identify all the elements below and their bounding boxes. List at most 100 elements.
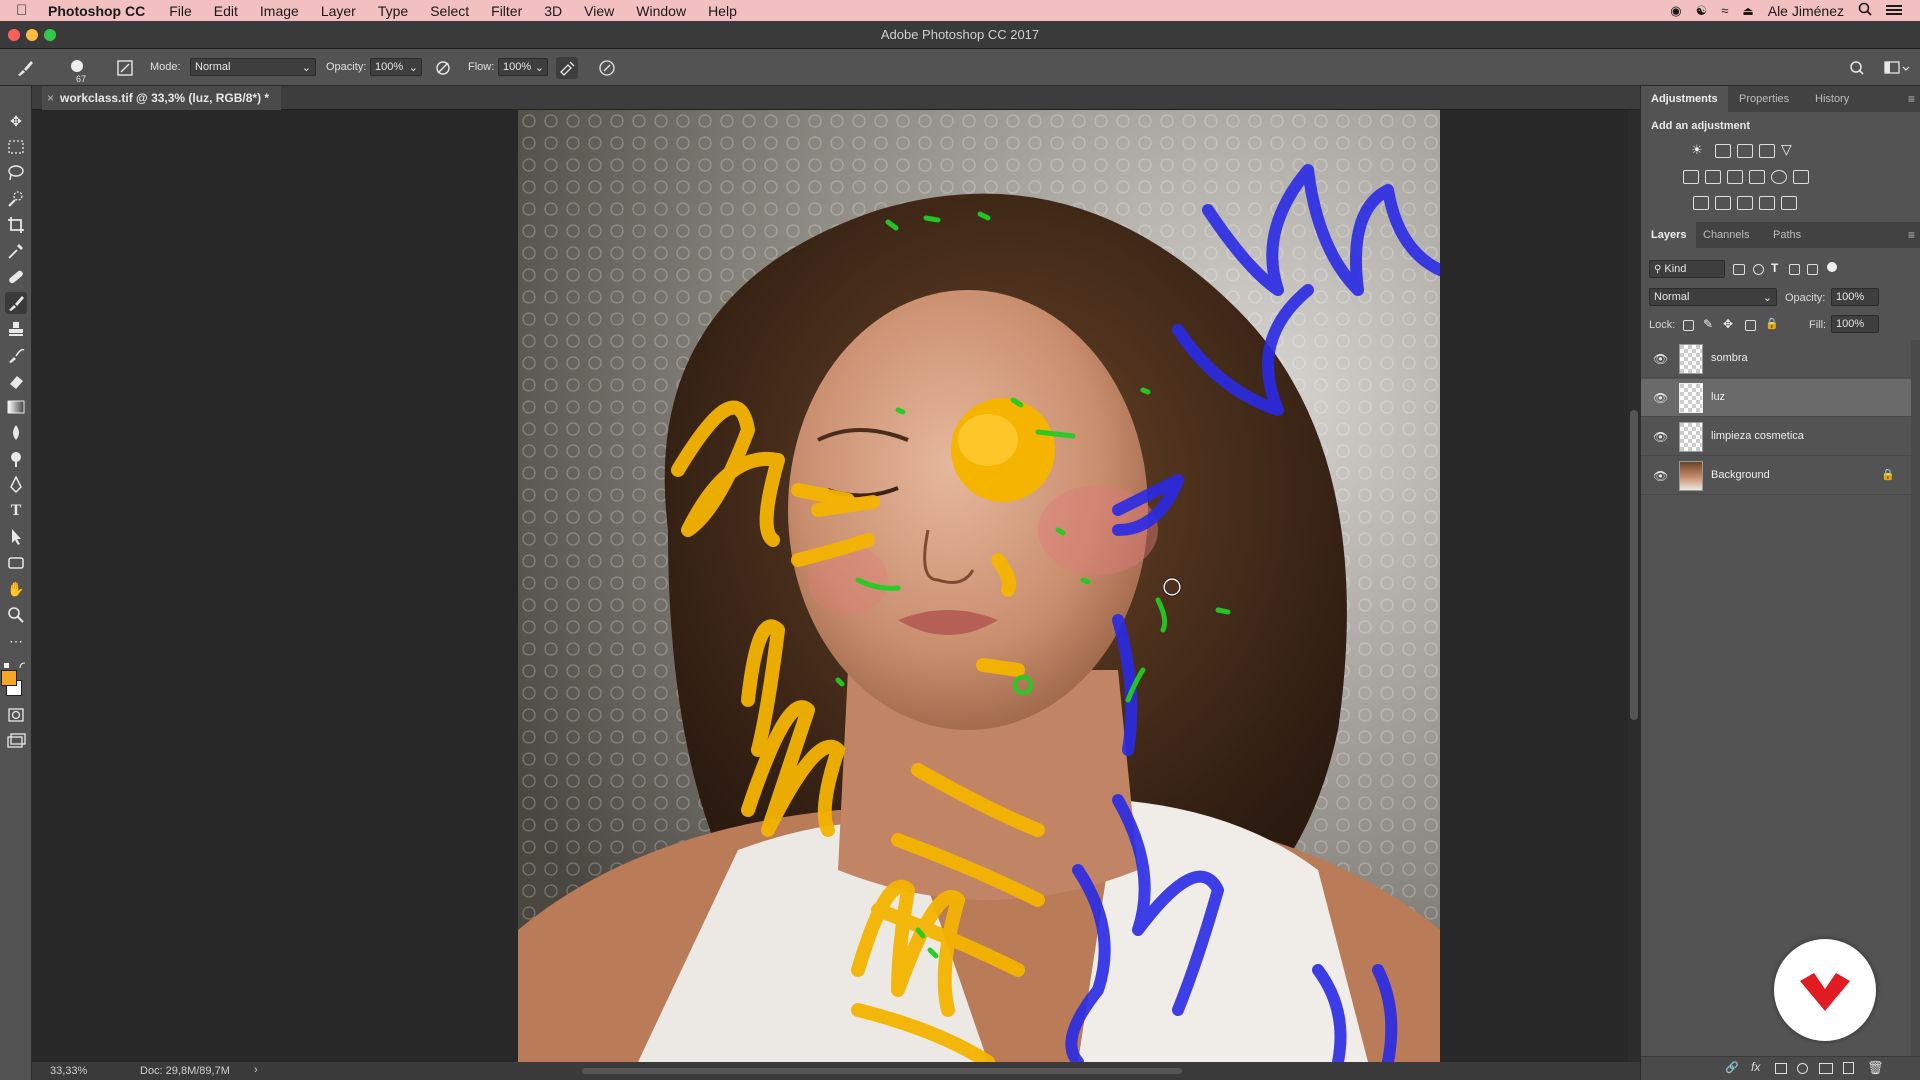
document-tab[interactable]: × workclass.tif @ 33,3% (luz, RGB/8*) * xyxy=(42,86,282,110)
zoom-tool-icon[interactable] xyxy=(5,604,27,626)
new-layer-icon[interactable] xyxy=(1843,1062,1854,1074)
menu-image[interactable]: Image xyxy=(260,3,299,19)
quick-mask-icon[interactable] xyxy=(5,704,27,726)
menu-list-icon[interactable] xyxy=(1886,3,1902,19)
filter-pixel-layers-icon[interactable] xyxy=(1733,264,1745,275)
search-icon[interactable] xyxy=(1846,57,1868,79)
layer-row-luz[interactable]: 👁 luz xyxy=(1641,379,1911,417)
menu-window[interactable]: Window xyxy=(636,3,686,19)
brush-tool-icon[interactable] xyxy=(5,292,27,314)
status-menu-arrow[interactable]: › xyxy=(254,1064,258,1076)
record-icon[interactable]: ◉ xyxy=(1670,3,1681,19)
posterize-icon[interactable] xyxy=(1715,196,1731,210)
lasso-tool-icon[interactable] xyxy=(5,162,27,184)
airbrush-icon[interactable] xyxy=(556,57,578,79)
levels-icon[interactable] xyxy=(1715,144,1731,158)
wifi-icon[interactable]: ≈ xyxy=(1721,3,1728,18)
marquee-tool-icon[interactable] xyxy=(5,136,27,158)
spotlight-search-icon[interactable] xyxy=(1858,2,1872,19)
color-balance-icon[interactable] xyxy=(1705,170,1721,184)
menu-help[interactable]: Help xyxy=(708,3,737,19)
lock-artboard-icon[interactable] xyxy=(1745,320,1756,331)
menu-layer[interactable]: Layer xyxy=(321,3,356,19)
move-tool-icon[interactable]: ✥ xyxy=(5,110,27,132)
clone-stamp-tool-icon[interactable] xyxy=(5,318,27,340)
layer-kind-filter[interactable]: ⚲ Kind xyxy=(1649,260,1725,278)
delete-layer-icon[interactable]: 🗑 xyxy=(1867,1060,1884,1076)
layer-row-limpieza-cosmetica[interactable]: 👁 limpieza cosmetica xyxy=(1641,418,1911,456)
close-tab-icon[interactable]: × xyxy=(47,86,54,110)
layer-blend-mode-select[interactable]: Normal ⌄ xyxy=(1649,288,1777,306)
visibility-eye-icon[interactable]: 👁 xyxy=(1653,430,1668,444)
filter-toggle-icon[interactable] xyxy=(1827,262,1837,272)
visibility-eye-icon[interactable]: 👁 xyxy=(1653,469,1668,483)
lock-position-icon[interactable]: ✥ xyxy=(1723,317,1733,331)
tab-paths[interactable]: Paths xyxy=(1763,222,1811,248)
lock-all-icon[interactable]: 🔒 xyxy=(1765,317,1779,330)
canvas-vertical-scrollbar[interactable] xyxy=(1628,110,1640,1062)
visibility-eye-icon[interactable]: 👁 xyxy=(1653,391,1668,405)
brush-panel-toggle-icon[interactable] xyxy=(114,57,136,79)
pressure-opacity-icon[interactable] xyxy=(432,57,454,79)
menu-app-name[interactable]: Photoshop CC xyxy=(48,3,145,19)
canvas-area[interactable] xyxy=(32,110,1640,1062)
layer-fill-input[interactable]: 100% xyxy=(1831,315,1879,333)
tab-layers[interactable]: Layers xyxy=(1641,222,1697,248)
healing-brush-tool-icon[interactable] xyxy=(5,266,27,288)
menu-edit[interactable]: Edit xyxy=(214,3,238,19)
selective-color-icon[interactable] xyxy=(1759,196,1775,210)
creative-cloud-icon[interactable]: ☯ xyxy=(1696,3,1708,19)
visibility-eye-icon[interactable]: 👁 xyxy=(1653,352,1668,366)
pen-tool-icon[interactable] xyxy=(5,474,27,496)
tab-history[interactable]: History xyxy=(1805,86,1859,112)
color-lookup-icon[interactable] xyxy=(1793,170,1809,184)
foreground-color-swatch[interactable] xyxy=(1,670,17,686)
dodge-tool-icon[interactable] xyxy=(5,448,27,470)
filter-smart-objects-icon[interactable] xyxy=(1807,264,1818,275)
hue-saturation-icon[interactable] xyxy=(1683,170,1699,184)
opacity-input[interactable]: 100% ⌄ xyxy=(370,58,422,76)
filter-adjustment-layers-icon[interactable] xyxy=(1753,264,1764,275)
more-tools-icon[interactable]: ⋯ xyxy=(5,630,27,652)
layer-row-background[interactable]: 👁 Background 🔒 xyxy=(1641,457,1911,495)
menu-3d[interactable]: 3D xyxy=(544,3,562,19)
user-name[interactable]: Ale Jiménez xyxy=(1768,3,1844,19)
crop-tool-icon[interactable] xyxy=(5,214,27,236)
vibrance-icon[interactable]: ▽ xyxy=(1781,141,1792,158)
photo-filter-icon[interactable] xyxy=(1749,170,1765,184)
filter-type-layers-icon[interactable]: T xyxy=(1771,261,1778,275)
rectangle-tool-icon[interactable] xyxy=(5,552,27,574)
scrollbar-thumb[interactable] xyxy=(1630,410,1638,720)
filter-shape-layers-icon[interactable] xyxy=(1789,264,1800,275)
brightness-contrast-icon[interactable]: ☀ xyxy=(1691,142,1703,158)
screen-mode-icon[interactable] xyxy=(5,730,27,752)
new-group-folder-icon[interactable] xyxy=(1819,1063,1833,1074)
tab-channels[interactable]: Channels xyxy=(1693,222,1759,248)
new-adjustment-layer-icon[interactable] xyxy=(1797,1063,1808,1074)
apple-icon[interactable]:  xyxy=(16,2,34,19)
pressure-size-icon[interactable] xyxy=(596,57,618,79)
zoom-level[interactable]: 33,33% xyxy=(50,1065,87,1077)
panel-menu-icon[interactable]: ≡ xyxy=(1908,228,1915,242)
eyedropper-tool-icon[interactable] xyxy=(5,240,27,262)
link-layers-icon[interactable]: 🔗 xyxy=(1725,1061,1739,1074)
eraser-tool-icon[interactable] xyxy=(5,370,27,392)
path-selection-tool-icon[interactable] xyxy=(5,526,27,548)
menu-view[interactable]: View xyxy=(584,3,614,19)
brush-tool-preset-icon[interactable] xyxy=(14,57,36,79)
history-brush-tool-icon[interactable] xyxy=(5,344,27,366)
layer-row-sombra[interactable]: 👁 sombra xyxy=(1641,340,1911,378)
menu-select[interactable]: Select xyxy=(430,3,469,19)
lock-transparent-pixels-icon[interactable] xyxy=(1683,320,1694,331)
exposure-icon[interactable] xyxy=(1759,144,1775,158)
menu-filter[interactable]: Filter xyxy=(491,3,522,19)
curves-icon[interactable] xyxy=(1737,144,1753,158)
invert-icon[interactable] xyxy=(1693,196,1709,210)
panel-menu-icon[interactable]: ≡ xyxy=(1908,92,1915,106)
menu-file[interactable]: File xyxy=(169,3,192,19)
lock-image-pixels-icon[interactable]: ✎ xyxy=(1703,317,1713,331)
document-image[interactable] xyxy=(518,110,1440,1062)
blur-tool-icon[interactable] xyxy=(5,422,27,444)
type-tool-icon[interactable]: T xyxy=(5,500,27,522)
channel-mixer-icon[interactable] xyxy=(1771,170,1787,184)
